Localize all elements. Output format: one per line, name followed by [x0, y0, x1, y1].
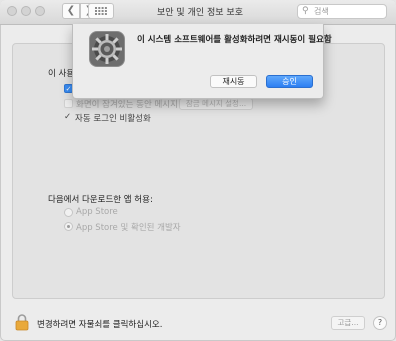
radio-app-store-identified-label: App Store 및 확인된 개발자 [76, 223, 181, 233]
disable-autologin-label: 자동 로그인 비활성화 [75, 114, 151, 124]
downloads-heading: 다음에서 다운로드한 앱 허용: [48, 195, 153, 205]
show-lock-message-checkbox[interactable] [64, 99, 73, 108]
window-title: 보안 및 개인 정보 보호 [157, 8, 243, 18]
disable-autologin-checkmark[interactable]: ✓ [64, 112, 71, 122]
radio-app-store[interactable] [64, 208, 73, 217]
radio-app-store-identified[interactable] [64, 222, 73, 231]
set-lock-message-button[interactable]: 잠금 메시지 설정... [179, 98, 253, 110]
title-bar: ❮ ❯ 보안 및 개인 정보 보호 ⚲ 검색 [0, 0, 396, 25]
grid-icon [95, 7, 107, 15]
chevron-left-icon: ❮ [66, 5, 76, 16]
alert-message: 이 시스템 소프트웨어를 활성화하려면 재시동이 필요함 [137, 35, 332, 45]
search-field[interactable]: ⚲ 검색 [297, 4, 387, 19]
help-button[interactable]: ? [373, 316, 387, 330]
zoom-window-button[interactable] [35, 6, 45, 16]
system-preferences-gear-icon [89, 31, 125, 67]
security-privacy-window: ❮ ❯ 보안 및 개인 정보 보호 ⚲ 검색 이 사용자 ✓ 화면이 잠겨있는 … [0, 0, 396, 341]
restart-required-alert: 이 시스템 소프트웨어를 활성화하려면 재시동이 필요함 재시동 승인 [72, 24, 332, 99]
approve-button[interactable]: 승인 [266, 75, 313, 88]
lock-icon[interactable] [15, 313, 29, 331]
close-window-button[interactable] [7, 6, 17, 16]
back-button[interactable]: ❮ [62, 3, 80, 19]
minimize-window-button[interactable] [21, 6, 31, 16]
search-placeholder: 검색 [314, 7, 329, 16]
radio-app-store-label: App Store [76, 207, 118, 217]
restart-button[interactable]: 재시동 [210, 75, 257, 88]
show-all-button[interactable] [88, 3, 114, 19]
search-icon: ⚲ [302, 6, 309, 16]
lock-message: 변경하려면 자물쇠를 클릭하십시오. [37, 320, 163, 330]
advanced-button[interactable]: 고급... [331, 316, 365, 330]
